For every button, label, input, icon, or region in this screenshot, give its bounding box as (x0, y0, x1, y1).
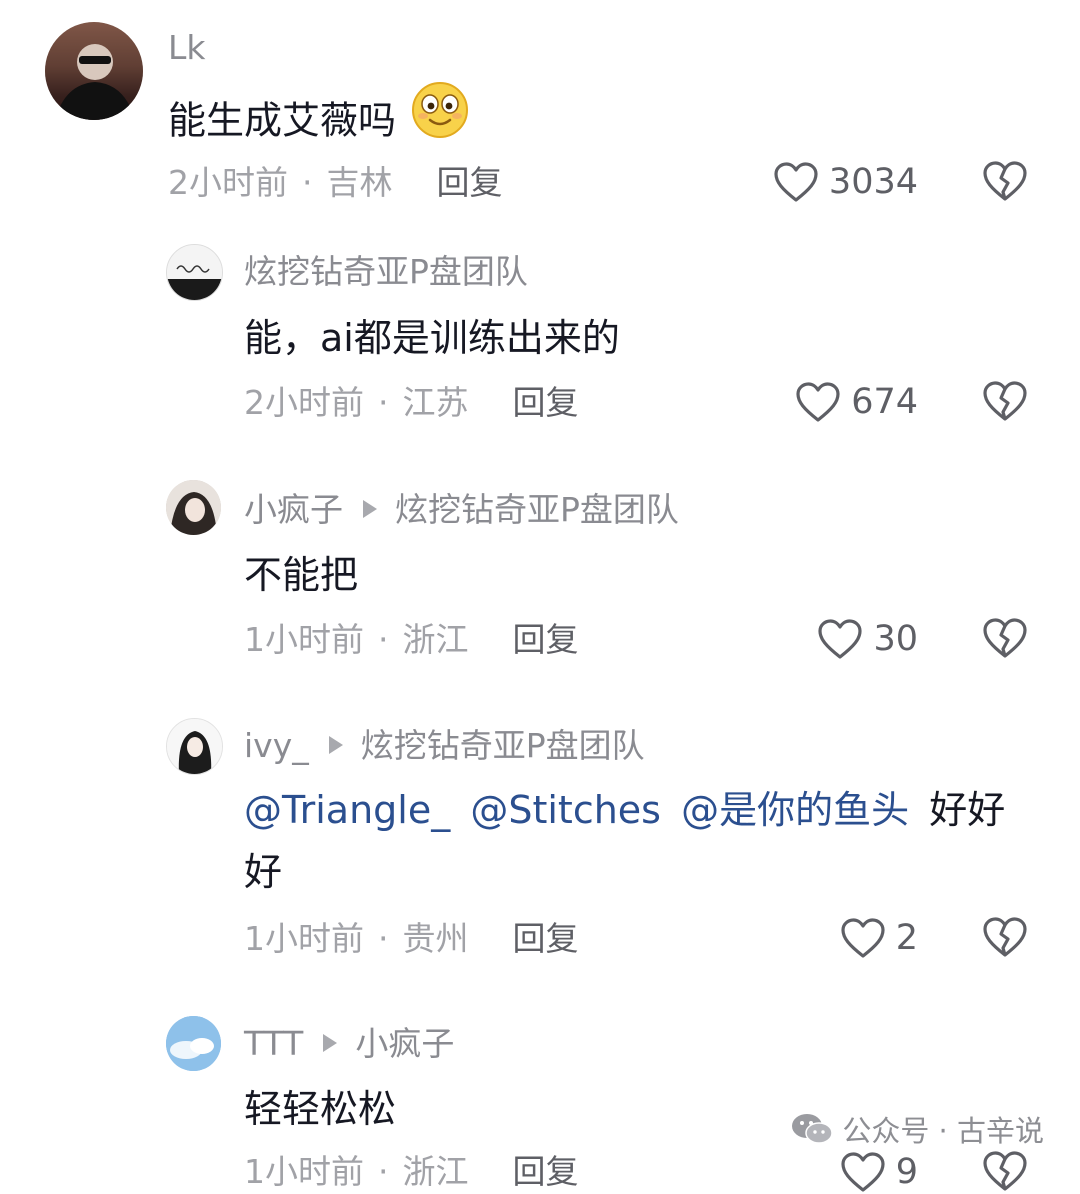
comment-text-content: 好好 (929, 788, 1006, 832)
avatar[interactable] (166, 1016, 221, 1071)
username[interactable]: ivy_ (244, 726, 309, 765)
mention-link[interactable]: @Stitches (470, 788, 661, 832)
like-button[interactable]: 3034 (773, 160, 918, 204)
heart-icon (840, 917, 886, 959)
comment-meta: 1小时前 · 浙江 回复 (244, 1152, 579, 1191)
username[interactable]: TTT (244, 1024, 303, 1063)
username-line: 小疯子 炫挖钻奇亚P盘团队 (244, 490, 679, 530)
dislike-button[interactable] (982, 916, 1028, 960)
like-count: 3034 (828, 162, 918, 202)
comment-meta: 2小时前 · 吉林 回复 (168, 163, 503, 202)
like-button[interactable]: 9 (840, 1150, 918, 1194)
location: 江苏 (402, 383, 469, 422)
like-button[interactable]: 30 (817, 617, 918, 661)
smiling-face-emoji-icon (410, 80, 470, 158)
reply-button[interactable]: 回复 (513, 383, 579, 422)
reply-button[interactable]: 回复 (513, 919, 579, 958)
comment-text: 能生成艾薇吗 (168, 82, 470, 162)
like-button[interactable]: 674 (795, 380, 918, 424)
location: 吉林 (326, 163, 393, 202)
watermark: 公众号 · 古辛说 (790, 1108, 1044, 1150)
reply-item: 炫挖钻奇亚P盘团队 能，ai都是训练出来的 2小时前 · 江苏 回复 674 (0, 230, 1080, 440)
broken-heart-icon (982, 160, 1028, 202)
heart-icon (840, 1151, 886, 1193)
comment-text-content: 能生成艾薇吗 (168, 98, 397, 143)
username-line: TTT 小疯子 (244, 1024, 454, 1064)
avatar[interactable] (166, 480, 221, 535)
broken-heart-icon (982, 380, 1028, 422)
mention-link[interactable]: @Triangle_ (244, 788, 450, 832)
heart-icon (817, 618, 863, 660)
broken-heart-icon (982, 617, 1028, 659)
like-button[interactable]: 2 (840, 916, 918, 960)
heart-icon (773, 161, 819, 203)
timestamp: 1小时前 (244, 919, 364, 958)
reply-arrow-icon (323, 1033, 338, 1052)
reply-to-username[interactable]: 小疯子 (355, 1024, 454, 1063)
like-count: 9 (895, 1152, 918, 1192)
comment-text: @Triangle_ @Stitches @是你的鱼头 好好 (244, 779, 1005, 841)
reply-item: 小疯子 炫挖钻奇亚P盘团队 不能把 1小时前 · 浙江 回复 30 (0, 470, 1080, 680)
like-count: 30 (873, 619, 918, 659)
timestamp: 2小时前 (168, 163, 288, 202)
like-count: 674 (851, 382, 918, 422)
reply-to-username[interactable]: 炫挖钻奇亚P盘团队 (361, 726, 645, 765)
broken-heart-icon (982, 1150, 1028, 1192)
reply-arrow-icon (328, 735, 343, 754)
comment-item: Lk 能生成艾薇吗 2小时前 · 吉林 回复 3034 (0, 0, 1080, 220)
timestamp: 1小时前 (244, 620, 364, 659)
heart-icon (795, 381, 841, 423)
comment-meta: 1小时前 · 浙江 回复 (244, 620, 579, 659)
reply-item: ivy_ 炫挖钻奇亚P盘团队 @Triangle_ @Stitches @是你的鱼… (0, 708, 1080, 988)
dislike-button[interactable] (982, 1150, 1028, 1194)
comment-text-line2: 好 (244, 850, 283, 894)
dislike-button[interactable] (982, 617, 1028, 661)
avatar[interactable] (45, 22, 143, 120)
reply-to-username[interactable]: 炫挖钻奇亚P盘团队 (395, 490, 679, 529)
wechat-icon (792, 1114, 834, 1144)
comment-text: 轻轻松松 (244, 1087, 397, 1131)
avatar[interactable] (166, 244, 223, 301)
watermark-text: 公众号 · 古辛说 (842, 1114, 1044, 1148)
avatar[interactable] (166, 718, 223, 775)
broken-heart-icon (982, 916, 1028, 958)
reply-button[interactable]: 回复 (513, 620, 579, 659)
timestamp: 2小时前 (244, 383, 364, 422)
comment-text: 能，ai都是训练出来的 (244, 316, 620, 360)
comment-meta: 2小时前 · 江苏 回复 (244, 383, 579, 422)
location: 浙江 (402, 620, 469, 659)
location: 贵州 (402, 919, 469, 958)
username[interactable]: 小疯子 (244, 490, 343, 529)
dislike-button[interactable] (982, 160, 1028, 204)
reply-arrow-icon (363, 499, 377, 518)
username[interactable]: 炫挖钻奇亚P盘团队 (244, 252, 528, 292)
comment-text: 不能把 (244, 553, 359, 597)
reply-button[interactable]: 回复 (437, 163, 503, 202)
like-count: 2 (895, 918, 918, 958)
username-line: ivy_ 炫挖钻奇亚P盘团队 (244, 726, 645, 766)
comment-meta: 1小时前 · 贵州 回复 (244, 919, 579, 958)
mention-link[interactable]: @是你的鱼头 (681, 788, 909, 832)
username[interactable]: Lk (168, 28, 206, 68)
dislike-button[interactable] (982, 380, 1028, 424)
